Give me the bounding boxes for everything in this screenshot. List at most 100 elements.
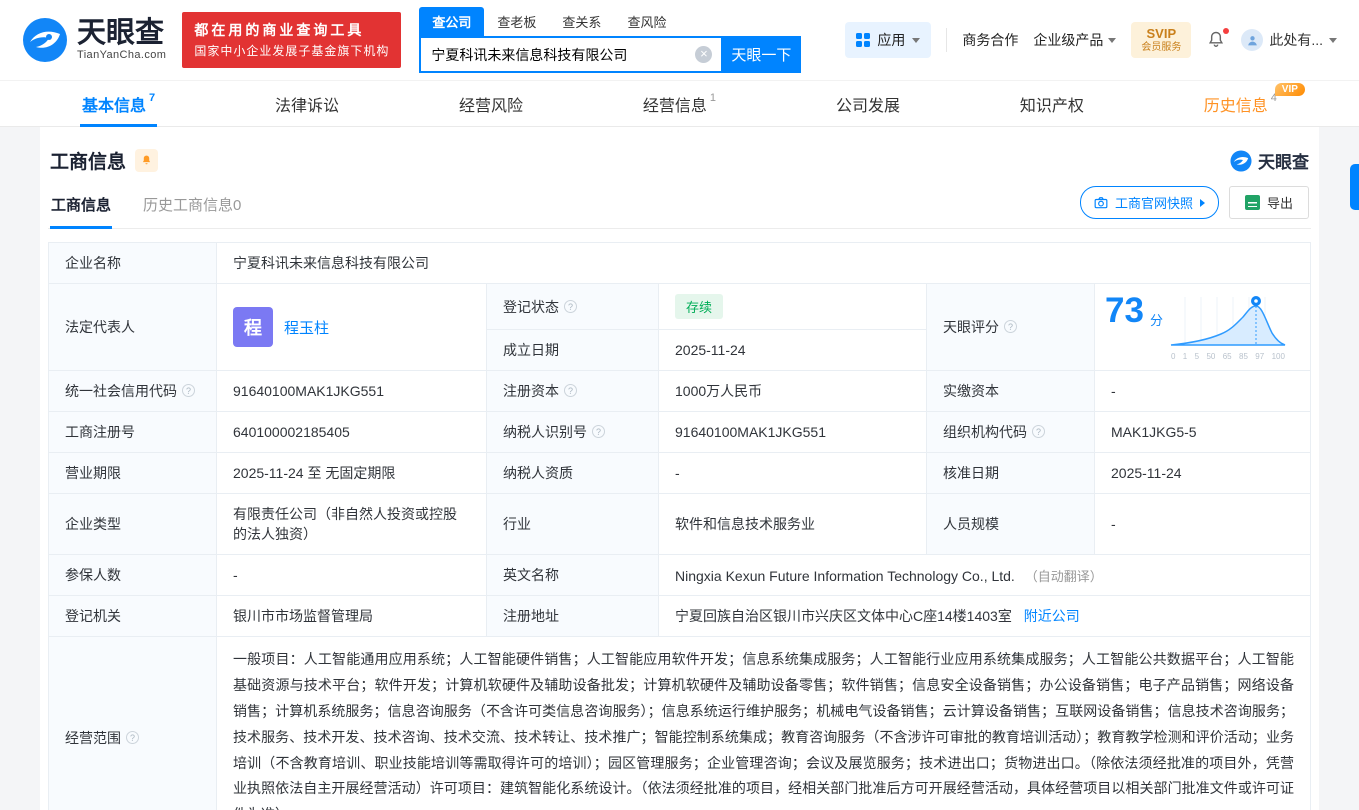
notification-bell-icon[interactable]: [1206, 28, 1230, 50]
user-avatar: [1241, 29, 1264, 51]
help-icon[interactable]: [1032, 425, 1045, 438]
subscribe-bell-icon[interactable]: [135, 149, 159, 172]
value-industry: 软件和信息技术服务业: [658, 493, 927, 555]
user-menu[interactable]: 此处有...: [1241, 29, 1337, 51]
search-tabs: 查公司 查老板 查关系 查风险: [419, 7, 801, 36]
tab-company-development[interactable]: 公司发展: [832, 81, 904, 126]
subtab-row: 工商信息 历史工商信息0 工商官网快照 导出: [48, 184, 1311, 229]
value-company-type: 有限责任公司（非自然人投资或控股的法人独资）: [216, 493, 487, 555]
label-score: 天眼评分: [926, 283, 1095, 371]
tab-history-info[interactable]: 历史信息 4 VIP: [1200, 81, 1305, 126]
search-tab-boss[interactable]: 查老板: [484, 7, 549, 36]
slogan-line2: 国家中小企业发展子基金旗下机构: [194, 43, 390, 58]
brand-slogan: 都在用的商业查询工具 国家中小企业发展子基金旗下机构: [182, 11, 402, 69]
tab-label: 法律诉讼: [275, 97, 340, 115]
help-icon[interactable]: [564, 384, 577, 397]
value-reg-address: 宁夏回族自治区银川市兴庆区文体中心C座14楼1403室 附近公司: [658, 595, 1311, 637]
snapshot-button-label: 工商官网快照: [1114, 196, 1193, 211]
header-right: 应用 商务合作 企业级产品 SVIP 会员服务 此处有...: [845, 21, 1337, 59]
address-text: 宁夏回族自治区银川市兴庆区文体中心C座14楼1403室: [675, 608, 1012, 624]
search-button[interactable]: 天眼一下: [721, 36, 802, 73]
divider: [946, 28, 948, 52]
chart-axis-ticks: 01 5 50 65 85 97 100: [1170, 352, 1285, 361]
label-org-code: 组织机构代码: [926, 411, 1095, 453]
label-business-scope: 经营范围: [48, 635, 217, 810]
tab-label: 公司发展: [835, 97, 900, 115]
tab-label: 经营风险: [458, 97, 523, 115]
help-icon[interactable]: [564, 299, 577, 313]
value-insured-count: -: [216, 554, 487, 596]
label-approval-date: 核准日期: [926, 452, 1095, 494]
tab-basic-info[interactable]: 基本信息 7: [78, 81, 159, 127]
svip-member-button[interactable]: SVIP 会员服务: [1131, 21, 1192, 59]
nearby-companies-link[interactable]: 附近公司: [1024, 608, 1080, 624]
brand-name: 天眼查: [77, 17, 165, 50]
subtab-business-info[interactable]: 工商信息: [50, 188, 113, 229]
enterprise-product-link[interactable]: 企业级产品: [1033, 30, 1117, 50]
slogan-line1: 都在用的商业查询工具: [194, 21, 365, 38]
help-icon[interactable]: [592, 425, 605, 438]
business-info-card: 工商信息 天眼查 工商信息 历史工商信息0 工商官网快照 导出 企业名称 宁夏科…: [40, 127, 1319, 810]
label-taxpayer-quality: 纳税人资质: [486, 452, 659, 494]
score-value[interactable]: 73: [1105, 293, 1144, 328]
label-english-name: 英文名称: [486, 554, 659, 596]
user-name: 此处有...: [1269, 32, 1323, 48]
section-title-row: 工商信息: [50, 147, 159, 174]
label-taxpayer-id: 纳税人识别号: [486, 411, 659, 453]
legal-rep-avatar[interactable]: 程: [233, 307, 273, 347]
business-coop-link[interactable]: 商务合作: [962, 30, 1018, 50]
value-org-code: MAK1JKG5-5: [1094, 411, 1311, 453]
chevron-right-icon: [1199, 198, 1205, 207]
tianyancha-logo[interactable]: 天眼查 TianYanCha.com: [22, 17, 166, 63]
help-icon[interactable]: [126, 730, 139, 744]
value-taxpayer-quality: -: [658, 452, 927, 494]
value-credit-code: 91640100MAK1JKG551: [216, 370, 487, 412]
official-snapshot-button[interactable]: 工商官网快照: [1079, 186, 1219, 219]
apps-label: 应用: [877, 32, 906, 48]
label-reg-address: 注册地址: [486, 595, 659, 637]
value-legal-rep: 程 程玉柱: [216, 283, 487, 371]
value-business-scope: 一般项目：人工智能通用应用系统；人工智能硬件销售；人工智能应用软件开发；信息系统…: [216, 635, 1311, 810]
tab-intellectual-property[interactable]: 知识产权: [1016, 81, 1088, 126]
label-reg-capital: 注册资本: [486, 370, 659, 412]
table-row: 经营范围 一般项目：人工智能通用应用系统；人工智能硬件销售；人工智能应用软件开发…: [48, 635, 1311, 810]
search-input[interactable]: [419, 36, 722, 73]
label-credit-code: 统一社会信用代码: [48, 370, 217, 412]
value-reg-capital: 1000万人民币: [658, 370, 927, 412]
brand-domain: TianYanCha.com: [77, 48, 167, 61]
floating-sidebar-handle[interactable]: [1350, 164, 1359, 210]
label-company-type: 企业类型: [48, 493, 217, 555]
chevron-down-icon: [1108, 37, 1117, 43]
legal-rep-link[interactable]: 程玉柱: [284, 317, 329, 338]
table-row: 企业名称 宁夏科讯未来信息科技有限公司: [48, 242, 1311, 284]
export-button[interactable]: 导出: [1228, 186, 1309, 219]
tab-legal-proceedings[interactable]: 法律诉讼: [271, 81, 343, 126]
value-company-name: 宁夏科讯未来信息科技有限公司: [216, 242, 1311, 284]
score-unit: 分: [1149, 313, 1163, 328]
table-row: 登记机关 银川市市场监督管理局 注册地址 宁夏回族自治区银川市兴庆区文体中心C座…: [48, 595, 1311, 637]
subtab-history-business-info[interactable]: 历史工商信息0: [142, 188, 242, 228]
value-approval-date: 2025-11-24: [1094, 452, 1311, 494]
help-icon[interactable]: [1004, 320, 1017, 333]
value-reg-authority: 银川市市场监督管理局: [216, 595, 487, 637]
value-score: 73 分 0 1 5 50 65 85 97 100: [1094, 283, 1311, 371]
chevron-down-icon: [1329, 37, 1337, 43]
search-tab-risk[interactable]: 查风险: [614, 7, 679, 36]
export-button-label: 导出: [1266, 196, 1293, 211]
search-tab-company[interactable]: 查公司: [419, 7, 485, 36]
tab-operating-info[interactable]: 经营信息 1: [639, 81, 720, 126]
apps-menu-button[interactable]: 应用: [845, 22, 932, 58]
tab-operating-risk[interactable]: 经营风险: [455, 81, 527, 126]
search-tab-relation[interactable]: 查关系: [549, 7, 614, 36]
table-row: 法定代表人 程 程玉柱 登记状态 存续 天眼评分 73 分: [48, 283, 1311, 371]
tab-count: 7: [149, 91, 156, 104]
table-row: 营业期限 2025-11-24 至 无固定期限 纳税人资质 - 核准日期 202…: [48, 452, 1311, 494]
watermark-text: 天眼查: [1258, 153, 1309, 172]
logo-text: 天眼查 TianYanCha.com: [77, 19, 166, 61]
grid-icon: [856, 33, 871, 47]
help-icon[interactable]: [182, 384, 195, 397]
watermark-logo-icon: [1230, 149, 1252, 172]
tab-label: 知识产权: [1019, 97, 1084, 115]
table-row: 统一社会信用代码 91640100MAK1JKG551 注册资本 1000万人民…: [48, 370, 1311, 412]
camera-icon: [1094, 196, 1108, 208]
